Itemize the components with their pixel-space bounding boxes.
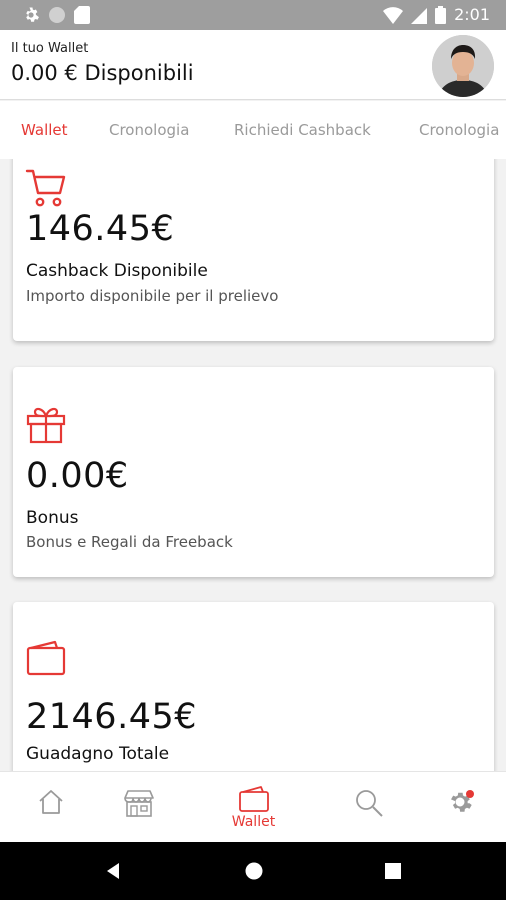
nav-wallet-label: Wallet	[231, 814, 276, 830]
tab-bar: Wallet Cronologia Richiedi Cashback Cron…	[0, 101, 506, 159]
settings-icon	[450, 790, 474, 812]
tab-cronologia-2[interactable]: Cronologia	[419, 121, 499, 139]
gift-icon	[26, 407, 66, 444]
nav-search[interactable]	[318, 772, 419, 843]
store-icon	[123, 790, 154, 817]
battery-icon	[435, 5, 447, 24]
notification-dot	[465, 790, 474, 798]
cashback-label: Cashback Disponibile	[26, 261, 208, 281]
app-header: Il tuo Wallet 0.00 € Disponibili	[0, 30, 506, 100]
gear-icon	[26, 7, 39, 22]
home-circle-icon[interactable]	[244, 861, 264, 881]
recents-icon[interactable]	[384, 862, 402, 880]
search-icon	[355, 790, 383, 817]
circle-icon	[49, 7, 65, 23]
signal-icon	[411, 7, 428, 24]
wallet-icon	[26, 640, 66, 676]
tab-wallet[interactable]: Wallet	[21, 121, 68, 139]
tab-cronologia[interactable]: Cronologia	[109, 121, 189, 139]
wallet-balance-title: 0.00 € Disponibili	[11, 61, 194, 85]
cashback-card: 146.45€ Cashback Disponibile Importo dis…	[13, 159, 494, 341]
nav-settings[interactable]	[411, 772, 506, 843]
bonus-amount: 0.00€	[26, 456, 129, 496]
wallet-icon	[238, 786, 269, 812]
bottom-navigation: Wallet	[0, 771, 506, 842]
wifi-icon	[383, 6, 404, 24]
nav-home[interactable]	[0, 772, 101, 843]
total-earnings-amount: 2146.45€	[26, 697, 198, 737]
total-earnings-card: 2146.45€ Guadagno Totale	[13, 602, 494, 771]
total-earnings-label: Guadagno Totale	[26, 744, 170, 764]
tab-richiedi-cashback[interactable]: Richiedi Cashback	[234, 121, 371, 139]
wallet-subtitle: Il tuo Wallet	[11, 41, 89, 56]
cashback-description: Importo disponibile per il prelievo	[26, 287, 279, 305]
back-icon[interactable]	[104, 861, 124, 881]
bonus-card: 0.00€ Bonus Bonus e Regali da Freeback	[13, 367, 494, 577]
wallet-content[interactable]: 146.45€ Cashback Disponibile Importo dis…	[0, 159, 506, 771]
nav-store[interactable]	[88, 772, 189, 843]
bonus-label: Bonus	[26, 508, 79, 528]
user-photo	[432, 35, 494, 97]
bonus-description: Bonus e Regali da Freeback	[26, 533, 233, 551]
sd-card-icon	[74, 6, 90, 24]
home-icon	[38, 790, 63, 814]
cart-icon	[25, 169, 66, 207]
cashback-amount: 146.45€	[26, 209, 175, 249]
avatar[interactable]	[432, 35, 494, 97]
system-navigation-bar	[0, 842, 506, 900]
clock: 2:01	[454, 5, 490, 24]
status-bar: 2:01	[0, 0, 506, 30]
nav-wallet[interactable]: Wallet	[203, 772, 304, 843]
